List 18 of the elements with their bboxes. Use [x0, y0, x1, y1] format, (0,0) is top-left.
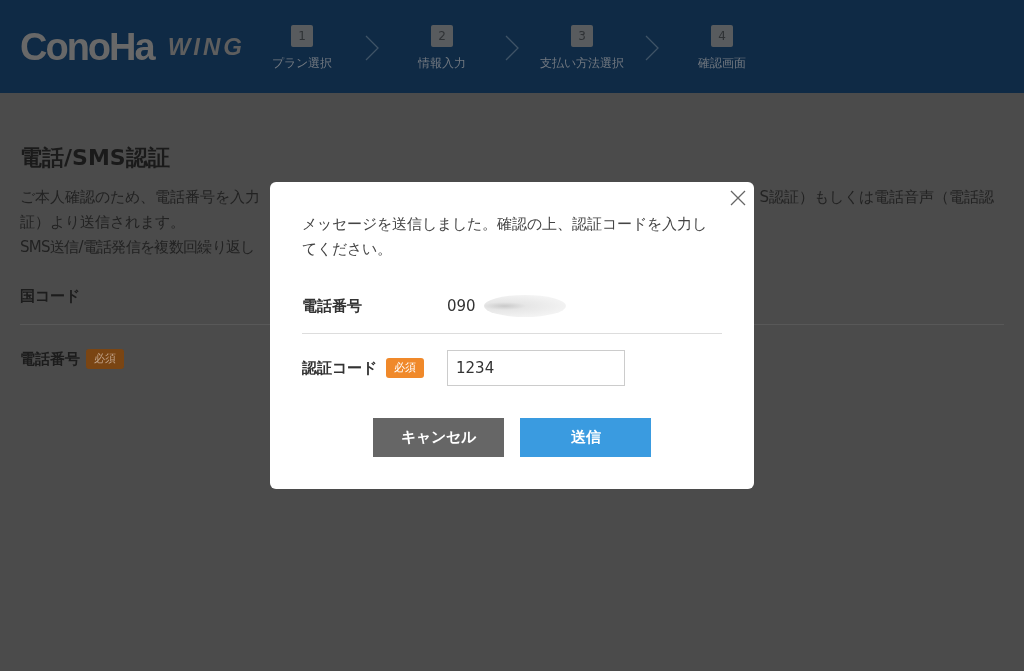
field-label: 認証コード: [302, 358, 377, 378]
send-button[interactable]: 送信: [520, 418, 651, 457]
dialog-message: メッセージを送信しました。確認の上、認証コードを入力してください。: [302, 214, 708, 260]
cancel-button[interactable]: キャンセル: [373, 418, 504, 457]
step-label: プラン選択: [272, 55, 332, 71]
required-badge: 必須: [386, 358, 424, 378]
chevron-icon: [365, 34, 379, 61]
step-label: 確認画面: [698, 55, 746, 71]
close-icon[interactable]: [729, 189, 747, 207]
product-logo: WING: [167, 34, 245, 59]
phone-number: 090: [447, 297, 476, 315]
code-input-field[interactable]: 1234: [447, 350, 625, 386]
chevron-icon: [505, 34, 519, 61]
required-badge: 必須: [86, 349, 124, 369]
field-label: 電話番号: [302, 296, 362, 316]
chevron-icon: [645, 34, 659, 61]
step-label: 支払い方法選択: [540, 55, 624, 71]
step-label: 情報入力: [418, 55, 466, 71]
